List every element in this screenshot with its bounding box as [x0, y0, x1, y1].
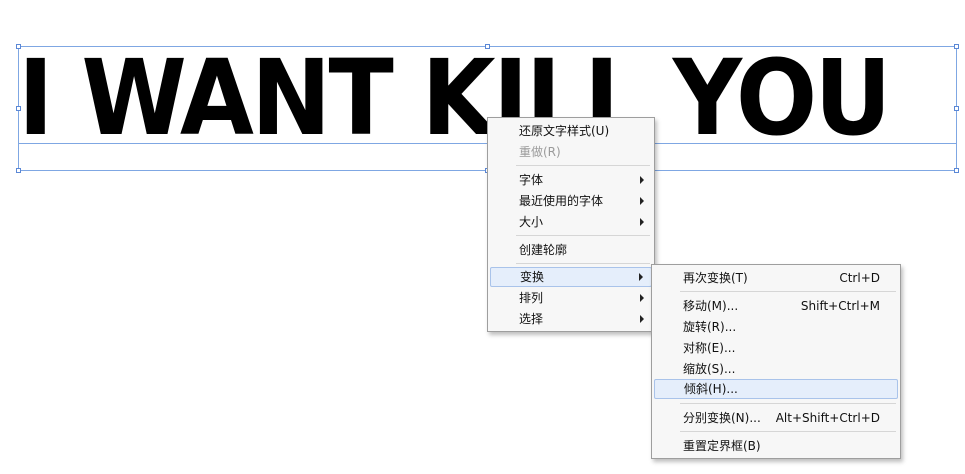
- transform-submenu: 再次变换(T) Ctrl+D 移动(M)... Shift+Ctrl+M 旋转(…: [651, 264, 901, 459]
- submenu-arrow-icon: [640, 294, 644, 302]
- menu-item-label: 对称(E)...: [683, 341, 736, 355]
- menu-item-label: 旋转(R)...: [683, 320, 737, 334]
- menu-item-label: 排列: [519, 291, 544, 305]
- submenu-item-scale[interactable]: 缩放(S)...: [654, 359, 898, 379]
- menu-item-label: 字体: [519, 173, 544, 187]
- submenu-arrow-icon: [640, 176, 644, 184]
- submenu-item-move[interactable]: 移动(M)... Shift+Ctrl+M: [654, 296, 898, 316]
- menu-item-label: 变换: [520, 270, 545, 284]
- submenu-arrow-icon: [640, 218, 644, 226]
- submenu-arrow-icon: [640, 197, 644, 205]
- menu-item-label: 创建轮廓: [519, 243, 568, 257]
- menu-separator: [516, 165, 650, 166]
- menu-item-create-outlines[interactable]: 创建轮廓: [490, 240, 652, 260]
- submenu-item-reset-bounding-box[interactable]: 重置定界框(B): [654, 436, 898, 456]
- canvas-text-object[interactable]: I WANT KILL YOU: [18, 48, 883, 148]
- submenu-arrow-icon: [639, 273, 643, 281]
- menu-item-transform[interactable]: 变换: [490, 267, 652, 287]
- menu-item-recent-fonts[interactable]: 最近使用的字体: [490, 191, 652, 211]
- menu-separator: [680, 431, 896, 432]
- context-menu: 还原文字样式(U) 重做(R) 字体 最近使用的字体 大小 创建轮廓 变换 排列…: [487, 117, 655, 332]
- menu-item-label: 移动(M)...: [683, 299, 739, 313]
- menu-separator: [680, 291, 896, 292]
- menu-item-label: 选择: [519, 312, 544, 326]
- menu-item-select[interactable]: 选择: [490, 309, 652, 329]
- submenu-item-transform-again[interactable]: 再次变换(T) Ctrl+D: [654, 268, 898, 288]
- shortcut-label: Shift+Ctrl+M: [800, 299, 880, 313]
- menu-item-label: 大小: [519, 215, 544, 229]
- menu-item-label: 重做(R): [519, 145, 561, 159]
- menu-item-label: 重置定界框(B): [683, 439, 761, 453]
- menu-separator: [516, 263, 650, 264]
- menu-item-label: 缩放(S)...: [683, 362, 736, 376]
- handle-top-left[interactable]: [16, 44, 21, 49]
- menu-item-label: 还原文字样式(U): [519, 124, 610, 138]
- menu-separator: [516, 235, 650, 236]
- shortcut-label: Alt+Shift+Ctrl+D: [775, 411, 880, 425]
- submenu-item-transform-each[interactable]: 分别变换(N)... Alt+Shift+Ctrl+D: [654, 408, 898, 428]
- menu-item-label: 分别变换(N)...: [683, 411, 761, 425]
- handle-bottom-left[interactable]: [16, 168, 21, 173]
- menu-item-label: 再次变换(T): [683, 271, 748, 285]
- submenu-item-rotate[interactable]: 旋转(R)...: [654, 317, 898, 337]
- menu-item-size[interactable]: 大小: [490, 212, 652, 232]
- menu-item-redo[interactable]: 重做(R): [490, 142, 652, 162]
- submenu-item-reflect[interactable]: 对称(E)...: [654, 338, 898, 358]
- menu-separator: [680, 403, 896, 404]
- menu-item-label: 最近使用的字体: [519, 194, 604, 208]
- shortcut-label: Ctrl+D: [839, 271, 880, 285]
- handle-top-center[interactable]: [485, 44, 490, 49]
- menu-item-label: 倾斜(H)...: [684, 382, 738, 396]
- handle-middle-left[interactable]: [16, 106, 21, 111]
- handle-top-right[interactable]: [954, 44, 959, 49]
- handle-bottom-right[interactable]: [954, 168, 959, 173]
- menu-item-font[interactable]: 字体: [490, 170, 652, 190]
- handle-middle-right[interactable]: [954, 106, 959, 111]
- submenu-item-shear[interactable]: 倾斜(H)...: [654, 379, 898, 399]
- menu-item-arrange[interactable]: 排列: [490, 288, 652, 308]
- submenu-arrow-icon: [640, 315, 644, 323]
- menu-item-undo-text-style[interactable]: 还原文字样式(U): [490, 121, 652, 141]
